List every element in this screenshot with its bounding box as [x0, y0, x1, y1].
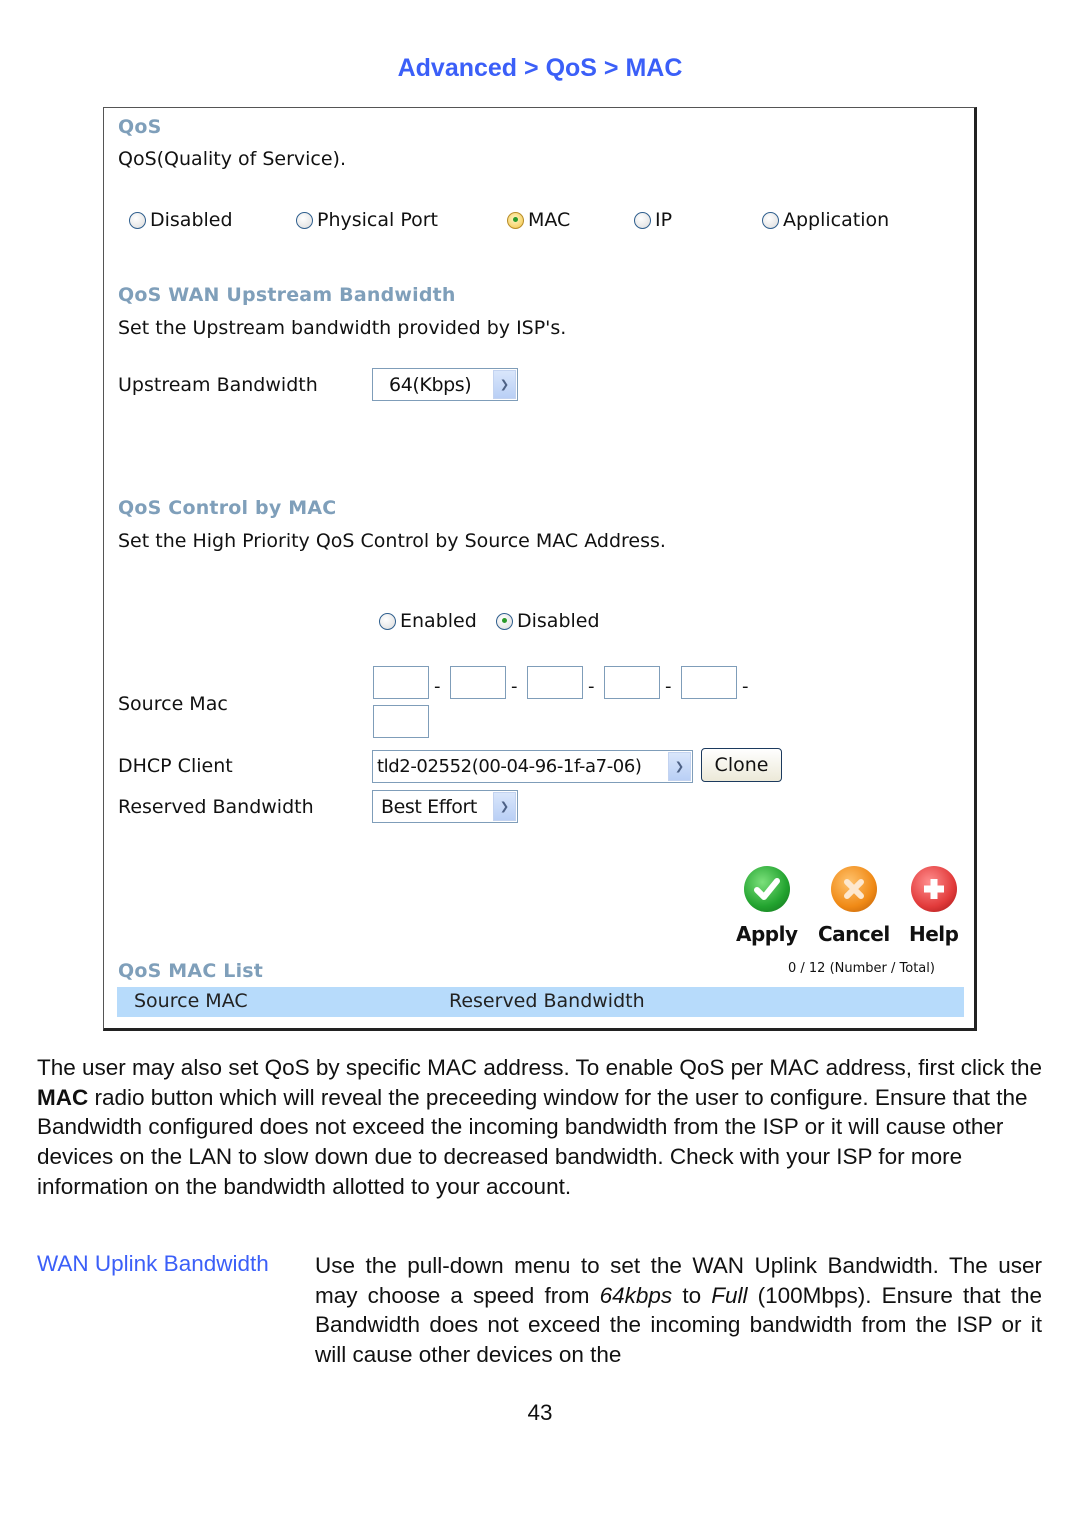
clone-button[interactable]: Clone	[701, 748, 782, 782]
qos-section-title: QoS	[118, 116, 162, 138]
mac-list-count: 0 / 12 (Number / Total)	[788, 961, 935, 976]
radio-control-disabled[interactable]: Disabled	[496, 610, 600, 632]
definition-term: WAN Uplink Bandwidth	[37, 1251, 269, 1276]
column-source-mac: Source MAC	[134, 990, 248, 1012]
upstream-bandwidth-label: Upstream Bandwidth	[118, 374, 318, 396]
radio-checked-icon	[496, 612, 513, 630]
radio-qos-physical-port[interactable]: Physical Port	[296, 209, 438, 231]
chevron-down-icon: ❯	[493, 370, 516, 399]
column-reserved-bandwidth: Reserved Bandwidth	[449, 990, 645, 1012]
mac-octet-input-3[interactable]	[527, 666, 583, 699]
mac-separator: -	[665, 676, 672, 697]
radio-checked-icon	[507, 211, 524, 229]
radio-icon	[296, 211, 313, 229]
source-mac-label: Source Mac	[118, 693, 228, 715]
page-title: Advanced > QoS > MAC	[397, 54, 683, 82]
radio-control-enabled[interactable]: Enabled	[379, 610, 477, 632]
radio-qos-disabled[interactable]: Disabled	[129, 209, 233, 231]
dhcp-client-label: DHCP Client	[118, 755, 233, 777]
apply-button[interactable]: Apply	[736, 866, 798, 946]
qos-description: QoS(Quality of Service).	[118, 148, 347, 170]
reserved-bandwidth-select[interactable]: Best Effort ❯	[372, 790, 518, 823]
mac-list-header: Source MAC Reserved Bandwidth	[117, 987, 964, 1017]
definition-description: Use the pull-down menu to set the WAN Up…	[315, 1253, 1042, 1368]
body-paragraph: The user may also set QoS by specific MA…	[37, 1055, 1042, 1199]
radio-qos-mac[interactable]: MAC	[507, 209, 570, 231]
radio-qos-ip[interactable]: IP	[634, 209, 672, 231]
plus-icon	[910, 866, 957, 912]
mac-octet-input-5[interactable]	[681, 666, 737, 699]
upstream-section-title: QoS WAN Upstream Bandwidth	[118, 284, 456, 306]
mac-octet-input-6[interactable]	[373, 705, 429, 738]
dhcp-client-select[interactable]: tld2-02552(00-04-96-1f-a7-06) ❯	[372, 750, 693, 783]
control-description: Set the High Priority QoS Control by Sou…	[118, 530, 666, 552]
checkmark-icon	[743, 866, 790, 912]
radio-icon	[762, 211, 779, 229]
chevron-down-icon: ❯	[493, 792, 516, 821]
mac-separator: -	[742, 676, 749, 697]
control-section-title: QoS Control by MAC	[118, 497, 337, 519]
upstream-bandwidth-select[interactable]: 64(Kbps) ❯	[372, 368, 518, 401]
mac-separator: -	[434, 676, 441, 697]
radio-qos-application[interactable]: Application	[762, 209, 889, 231]
radio-icon	[379, 612, 396, 630]
reserved-bandwidth-label: Reserved Bandwidth	[118, 796, 314, 818]
upstream-description: Set the Upstream bandwidth provided by I…	[118, 317, 567, 339]
mac-separator: -	[588, 676, 595, 697]
mac-separator: -	[511, 676, 518, 697]
help-button[interactable]: Help	[909, 866, 959, 946]
x-icon	[830, 866, 877, 912]
radio-icon	[129, 211, 146, 229]
mac-octet-input-4[interactable]	[604, 666, 660, 699]
cancel-button[interactable]: Cancel	[818, 866, 890, 946]
mac-octet-input-1[interactable]	[373, 666, 429, 699]
chevron-down-icon: ❯	[668, 752, 691, 781]
mac-octet-input-2[interactable]	[450, 666, 506, 699]
radio-icon	[634, 211, 651, 229]
mac-list-title: QoS MAC List	[118, 960, 264, 982]
page-number: 43	[527, 1400, 553, 1425]
